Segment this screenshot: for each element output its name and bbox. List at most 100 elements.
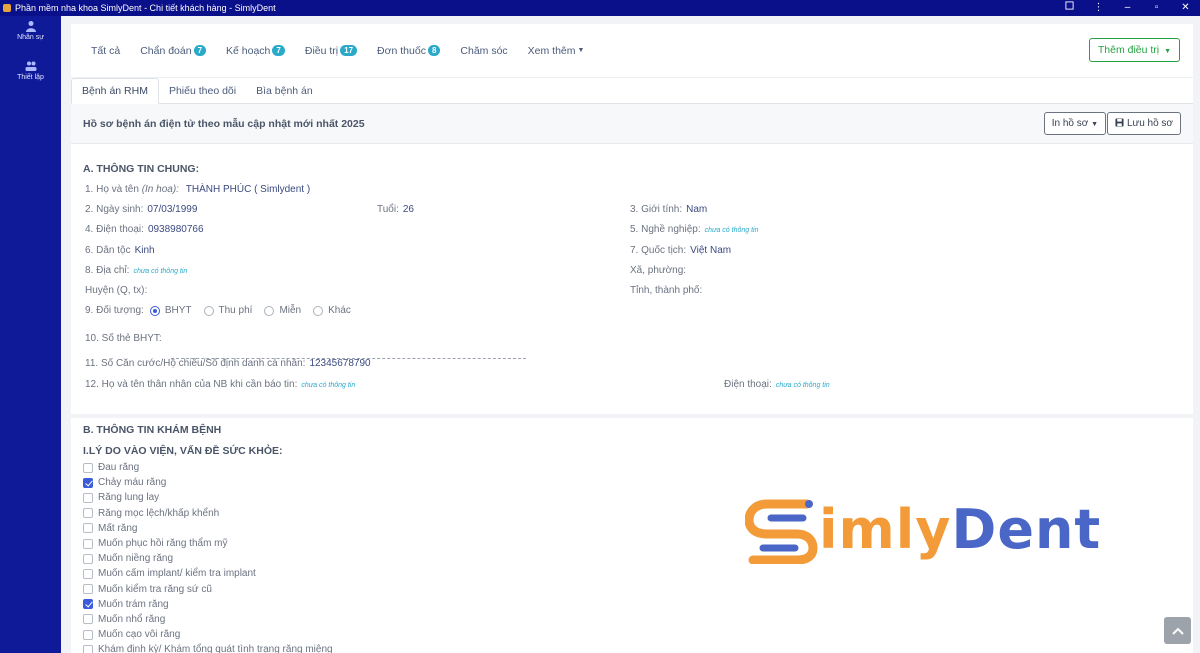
checkbox-label: Muốn nhổ răng xyxy=(98,613,166,625)
reason-checkbox-item[interactable]: Muốn kiểm tra răng sứ cũ xyxy=(83,582,333,597)
field-value: Kinh xyxy=(134,245,155,256)
field-age: Tuổi: 26 xyxy=(377,204,414,215)
radio-circle xyxy=(203,305,214,316)
field-label: 11. Số Căn cước/Hộ chiếu/Số định danh cá… xyxy=(85,358,306,369)
radio-paid[interactable]: Thu phí xyxy=(203,305,252,316)
field-value: 07/03/1999 xyxy=(147,204,198,215)
reason-checkbox-item[interactable]: Đau răng xyxy=(83,460,333,475)
field-label: 8. Địa chỉ: xyxy=(85,265,130,276)
radio-other[interactable]: Khác xyxy=(313,305,351,316)
reason-checkbox-item[interactable]: Chảy máu răng xyxy=(83,475,333,490)
checkbox-unchecked[interactable] xyxy=(83,629,93,640)
button-label: In hồ sơ xyxy=(1051,118,1089,129)
field-label: 3. Giới tính: xyxy=(630,204,683,215)
tab-label: Tất cả xyxy=(91,44,121,57)
checkbox-label: Muốn kiểm tra răng sứ cũ xyxy=(98,583,212,595)
field-value: 0938980766 xyxy=(147,224,204,235)
checkbox-unchecked[interactable] xyxy=(83,508,93,519)
tab-care[interactable]: Chăm sóc xyxy=(460,45,507,57)
checkbox-unchecked[interactable] xyxy=(83,584,93,595)
logo-word-imly: imly xyxy=(819,497,952,561)
minimize-icon[interactable]: – xyxy=(1113,0,1142,16)
tab-prescription[interactable]: Đơn thuốc 8 xyxy=(377,45,441,57)
sidebar-item-settings[interactable]: Thiết lập xyxy=(0,56,61,96)
field-label: Xã, phường: xyxy=(630,265,687,276)
checkbox-checked[interactable] xyxy=(83,599,93,610)
checkbox-label: Muốn niềng răng xyxy=(98,553,174,565)
tab-plan[interactable]: Kế hoạch 7 xyxy=(226,45,285,57)
user-icon xyxy=(25,21,36,32)
checkbox-label: Răng lung lay xyxy=(98,492,160,504)
radio-bhyt[interactable]: BHYT xyxy=(149,305,192,316)
field-value: 26 xyxy=(402,204,414,215)
field-subject: 9. Đối tượng: BHYT Thu phí Miễn Khác xyxy=(85,305,363,316)
reason-checkbox-item[interactable]: Muốn nhổ răng xyxy=(83,612,333,627)
tab-diagnosis[interactable]: Chẩn đoán 7 xyxy=(140,44,207,57)
section-b-title: B. THÔNG TIN KHÁM BỆNH xyxy=(83,424,222,436)
maximize-icon[interactable]: ▫ xyxy=(1142,0,1171,16)
tab-label: Chẩn đoán xyxy=(140,44,192,57)
checkbox-unchecked[interactable] xyxy=(83,614,93,625)
field-relative-phone: Điện thoại: chưa có thông tin xyxy=(724,379,830,390)
field-address: 8. Địa chỉ: chưa có thông tin xyxy=(85,265,187,276)
checkbox-unchecked[interactable] xyxy=(83,644,93,653)
radio-circle xyxy=(149,305,160,316)
checkbox-label: Muốn phục hồi răng thẩm mỹ xyxy=(98,538,228,550)
reason-checkbox-item[interactable]: Mất răng xyxy=(83,521,333,536)
sidebar-item-label: Nhân sự xyxy=(17,34,44,41)
reason-checkbox-item[interactable]: Muốn cạo vôi răng xyxy=(83,627,333,642)
caret-down-icon: ▼ xyxy=(1164,48,1171,55)
record-header: Hồ sơ bệnh án điện tử theo mẫu cập nhật … xyxy=(71,104,1193,144)
field-label: 1. Họ và tên xyxy=(85,184,139,195)
checkbox-unchecked[interactable] xyxy=(83,492,93,503)
checkbox-label: Khám định kỳ/ Khám tổng quát tình trạng … xyxy=(98,644,333,653)
sidebar-item-staff[interactable]: Nhân sự xyxy=(0,16,61,56)
reason-checkbox-item[interactable]: Răng mọc lệch/khấp khểnh xyxy=(83,506,333,521)
checkbox-checked[interactable] xyxy=(83,477,93,488)
field-value: Việt Nam xyxy=(690,245,732,256)
reason-checkbox-item[interactable]: Muốn cấm implant/ kiểm tra implant xyxy=(83,566,333,581)
restore-tab-icon[interactable] xyxy=(1055,0,1084,16)
top-navigation: Tất cả Chẩn đoán 7 Kế hoạch 7 Điều trị 17 Đ… xyxy=(71,24,1193,78)
field-fullname: 1. Họ và tên (In hoa): THÀNH PHÚC ( Siml… xyxy=(85,184,310,195)
field-label: Điện thoại: xyxy=(724,379,772,390)
subtab-dental-record[interactable]: Bệnh án RHM xyxy=(71,78,159,104)
field-ward: Xã, phường: xyxy=(630,265,686,276)
field-hint: (In hoa): xyxy=(141,184,179,195)
checkbox-label: Chảy máu răng xyxy=(98,477,167,489)
field-label: 9. Đối tượng: xyxy=(85,305,144,316)
reason-checkbox-item[interactable]: Muốn niềng răng xyxy=(83,551,333,566)
caret-down-icon: ▼ xyxy=(1091,121,1098,128)
left-sidebar: Nhân sự Thiết lập xyxy=(0,16,61,653)
checkbox-unchecked[interactable] xyxy=(83,538,93,549)
tab-more[interactable]: Xem thêm ▼ xyxy=(528,45,585,57)
checkbox-unchecked[interactable] xyxy=(83,553,93,564)
button-label: Thêm điều trị xyxy=(1097,44,1160,56)
field-empty: chưa có thông tin xyxy=(301,382,356,389)
close-icon[interactable]: ✕ xyxy=(1171,0,1200,16)
reason-checkbox-item[interactable]: Muốn trám răng xyxy=(83,597,333,612)
checkbox-unchecked[interactable] xyxy=(83,523,93,534)
checkbox-unchecked[interactable] xyxy=(83,462,93,473)
print-record-button[interactable]: In hồ sơ ▼ xyxy=(1043,112,1106,135)
field-city: Tỉnh, thành phố: xyxy=(630,285,702,296)
subtab-record-cover[interactable]: Bìa bệnh án xyxy=(246,79,323,103)
radio-label: Miễn xyxy=(279,305,302,316)
reason-checkbox-item[interactable]: Khám định kỳ/ Khám tổng quát tình trạng … xyxy=(83,642,333,653)
users-settings-icon xyxy=(25,61,36,71)
reason-checkbox-item[interactable]: Răng lung lay xyxy=(83,490,333,505)
save-record-button[interactable]: Lưu hồ sơ xyxy=(1107,112,1181,135)
tab-all[interactable]: Tất cả xyxy=(91,45,120,57)
more-options-icon[interactable]: ⋮ xyxy=(1084,0,1113,16)
subtab-follow-up[interactable]: Phiếu theo dõi xyxy=(159,79,246,103)
add-treatment-button[interactable]: Thêm điều trị ▼ xyxy=(1088,38,1180,62)
field-empty: chưa có thông tin xyxy=(133,268,188,275)
tab-treatment[interactable]: Điều trị 17 xyxy=(305,45,358,57)
reason-checkbox-item[interactable]: Muốn phục hồi răng thẩm mỹ xyxy=(83,536,333,551)
checkbox-label: Răng mọc lệch/khấp khểnh xyxy=(98,507,220,519)
field-value: THÀNH PHÚC ( Simlydent ) xyxy=(185,184,311,195)
main-area: Tất cả Chẩn đoán 7 Kế hoạch 7 Điều trị 17 Đ… xyxy=(61,16,1200,653)
radio-exempt[interactable]: Miễn xyxy=(264,305,301,316)
scroll-to-top-button[interactable] xyxy=(1164,617,1191,644)
checkbox-unchecked[interactable] xyxy=(83,568,93,579)
